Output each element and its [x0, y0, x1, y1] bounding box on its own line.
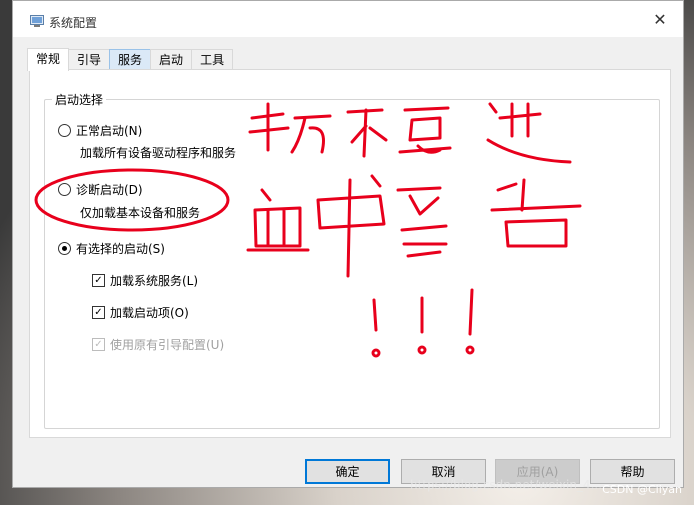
diagnostic-startup-description: 仅加载基本设备和服务 [80, 206, 201, 220]
title-bar: 系统配置 ✕ [13, 1, 683, 37]
selective-startup-label: 有选择的启动(S) [76, 242, 165, 256]
close-button[interactable]: ✕ [637, 1, 683, 37]
general-tab-panel: 启动选择 正常启动(N) 加载所有设备驱动程序和服务 诊断启动(D) 仅加载基本… [29, 69, 671, 438]
diagnostic-startup-radio[interactable]: 诊断启动(D) [58, 181, 143, 198]
use-original-boot-config-checkbox: ✓ 使用原有引导配置(U) [92, 336, 224, 353]
group-label: 启动选择 [52, 91, 107, 108]
tab-services[interactable]: 服务 [109, 49, 152, 70]
normal-startup-radio[interactable]: 正常启动(N) [58, 122, 142, 139]
load-startup-items-checkbox[interactable]: ✓ 加载启动项(O) [92, 304, 189, 321]
tab-boot[interactable]: 引导 [68, 49, 111, 70]
window-title: 系统配置 [49, 16, 98, 30]
radio-button[interactable] [58, 124, 71, 137]
csdn-credit: CSDN @Ciiyan [602, 483, 682, 496]
load-system-services-label: 加载系统服务(L) [110, 274, 199, 288]
system-configuration-dialog: 系统配置 ✕ 常规 引导 服务 启动 工具 启动选择 正常启动(N) 加载所有设… [12, 0, 684, 488]
load-system-services-checkbox[interactable]: ✓ 加载系统服务(L) [92, 272, 198, 289]
normal-startup-description: 加载所有设备驱动程序和服务 [80, 146, 237, 160]
diagnostic-startup-label: 诊断启动(D) [76, 183, 143, 197]
ok-button[interactable]: 确定 [305, 459, 390, 484]
tab-startup[interactable]: 启动 [150, 49, 193, 70]
load-startup-items-label: 加载启动项(O) [110, 306, 189, 320]
help-button[interactable]: 帮助 [590, 459, 675, 484]
tab-strip: 常规 引导 服务 启动 工具 [27, 48, 234, 71]
selective-startup-radio[interactable]: 有选择的启动(S) [58, 240, 165, 257]
url-watermark: https://blog.csdn.net/weixin_4... [410, 478, 603, 492]
radio-button-selected[interactable] [58, 242, 71, 255]
normal-startup-label: 正常启动(N) [76, 124, 143, 138]
checkmark-icon[interactable]: ✓ [92, 306, 105, 319]
tab-general[interactable]: 常规 [27, 48, 70, 71]
use-original-boot-config-label: 使用原有引导配置(U) [110, 338, 225, 352]
radio-button[interactable] [58, 183, 71, 196]
tab-tools[interactable]: 工具 [191, 49, 234, 70]
checkmark-icon[interactable]: ✓ [92, 274, 105, 287]
checkmark-icon: ✓ [92, 338, 105, 351]
msconfig-icon [30, 15, 44, 27]
close-icon: ✕ [653, 9, 667, 29]
